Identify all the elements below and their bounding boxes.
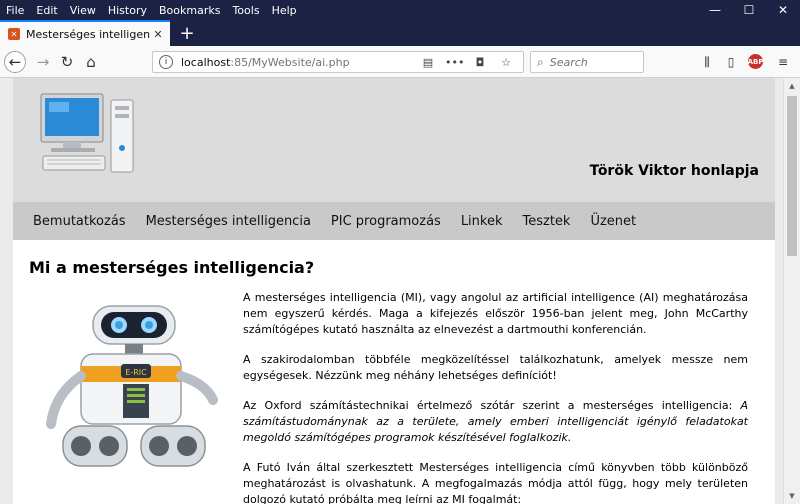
title-bar: File Edit View History Bookmarks Tools H… <box>0 0 800 20</box>
nav-toolbar: ← → ↻ ⌂ i localhost:85/MyWebsite/ai.php … <box>0 46 800 78</box>
xampp-icon: ✕ <box>8 28 20 40</box>
article-paragraph-4: A Futó Iván által szerkesztett Mesterség… <box>243 461 748 504</box>
search-bar[interactable]: ⌕ Search <box>530 51 644 73</box>
nav-link-uzenet[interactable]: Üzenet <box>590 214 636 229</box>
search-icon: ⌕ <box>537 54 544 69</box>
article-paragraph-2: A szakirodalomban többféle megközelítéss… <box>243 353 748 382</box>
menu-tools[interactable]: Tools <box>232 4 259 17</box>
robot-image: E-RIC <box>46 305 218 467</box>
tab-active[interactable]: ✕ Mesterséges intelligencia ✕ <box>0 20 170 46</box>
new-tab-button[interactable]: + <box>176 22 198 44</box>
main-content: Mi a mesterséges intelligencia? E-RIC A … <box>13 240 775 504</box>
tab-close-icon[interactable]: ✕ <box>150 28 166 41</box>
menu-view[interactable]: View <box>70 4 96 17</box>
sidebar-icon[interactable]: ▯ <box>722 54 740 70</box>
menu-hamburger-icon[interactable]: ≡ <box>774 54 792 70</box>
page-viewport: Török Viktor honlapja Bemutatkozás Meste… <box>0 78 800 504</box>
library-icon[interactable]: ⫼ <box>698 54 716 70</box>
reader-view-icon[interactable]: ▤ <box>419 56 437 69</box>
back-button[interactable]: ← <box>4 51 26 73</box>
site-info-icon[interactable]: i <box>159 55 173 69</box>
reload-button[interactable]: ↻ <box>56 51 78 73</box>
url-host: localhost <box>181 55 231 69</box>
menu-edit[interactable]: Edit <box>36 4 57 17</box>
page-scrollbar[interactable]: ▲ ▼ <box>783 78 800 504</box>
maximize-button[interactable]: ☐ <box>732 0 766 20</box>
scroll-down-icon[interactable]: ▼ <box>784 488 800 504</box>
article-paragraph-3: Az Oxford számítástechnikai értelmező sz… <box>243 398 748 446</box>
scroll-up-icon[interactable]: ▲ <box>784 78 800 94</box>
bookmark-star-icon[interactable]: ☆ <box>497 56 515 69</box>
nav-link-tesztek[interactable]: Tesztek <box>523 214 571 229</box>
menu-bar: File Edit View History Bookmarks Tools H… <box>0 4 309 17</box>
menu-bookmarks[interactable]: Bookmarks <box>159 4 220 17</box>
web-page: Török Viktor honlapja Bemutatkozás Meste… <box>13 78 775 504</box>
article-paragraph-1: A mesterséges intelligencia (MI), vagy a… <box>243 291 748 336</box>
site-title: Török Viktor honlapja <box>589 163 759 179</box>
window-controls: — ☐ ✕ <box>698 0 800 20</box>
tab-title: Mesterséges intelligencia <box>26 27 150 41</box>
pocket-icon[interactable]: ◘ <box>471 56 489 69</box>
nav-link-mesterseges-intelligencia[interactable]: Mesterséges intelligencia <box>146 214 311 229</box>
robot-badge-text: E-RIC <box>125 368 147 377</box>
url-path: :85/MyWebsite/ai.php <box>230 55 350 69</box>
scrollbar-thumb[interactable] <box>787 96 797 256</box>
tab-strip: ✕ Mesterséges intelligencia ✕ + <box>0 20 800 46</box>
nav-link-linkek[interactable]: Linkek <box>461 214 503 229</box>
forward-button[interactable]: → <box>32 51 54 73</box>
menu-history[interactable]: History <box>108 4 147 17</box>
search-placeholder: Search <box>549 55 588 69</box>
close-window-button[interactable]: ✕ <box>766 0 800 20</box>
nav-link-bemutatkozas[interactable]: Bemutatkozás <box>33 214 126 229</box>
site-header: Török Viktor honlapja <box>13 78 775 202</box>
url-text[interactable]: localhost:85/MyWebsite/ai.php <box>181 56 419 69</box>
article-text: A mesterséges intelligencia (MI), vagy a… <box>243 290 748 504</box>
nav-link-pic-programozas[interactable]: PIC programozás <box>331 214 441 229</box>
computer-logo-icon <box>40 93 134 173</box>
url-bar[interactable]: i localhost:85/MyWebsite/ai.php ▤ ••• ◘ … <box>152 51 524 73</box>
page-heading: Mi a mesterséges intelligencia? <box>29 258 315 277</box>
menu-help[interactable]: Help <box>272 4 297 17</box>
page-actions-icon[interactable]: ••• <box>445 56 464 69</box>
home-button[interactable]: ⌂ <box>80 51 102 73</box>
menu-file[interactable]: File <box>6 4 24 17</box>
minimize-button[interactable]: — <box>698 0 732 20</box>
site-nav: Bemutatkozás Mesterséges intelligencia P… <box>13 202 775 240</box>
article-paragraph-3-text: Az Oxford számítástechnikai értelmező sz… <box>243 399 741 412</box>
adblock-plus-icon[interactable]: ABP <box>748 54 763 69</box>
